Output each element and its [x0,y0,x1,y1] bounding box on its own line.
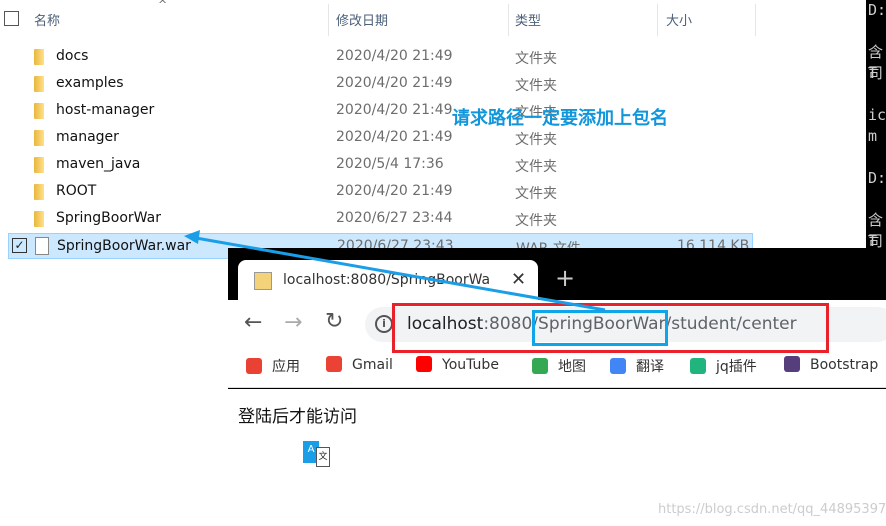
annotation-arrow [184,230,606,312]
